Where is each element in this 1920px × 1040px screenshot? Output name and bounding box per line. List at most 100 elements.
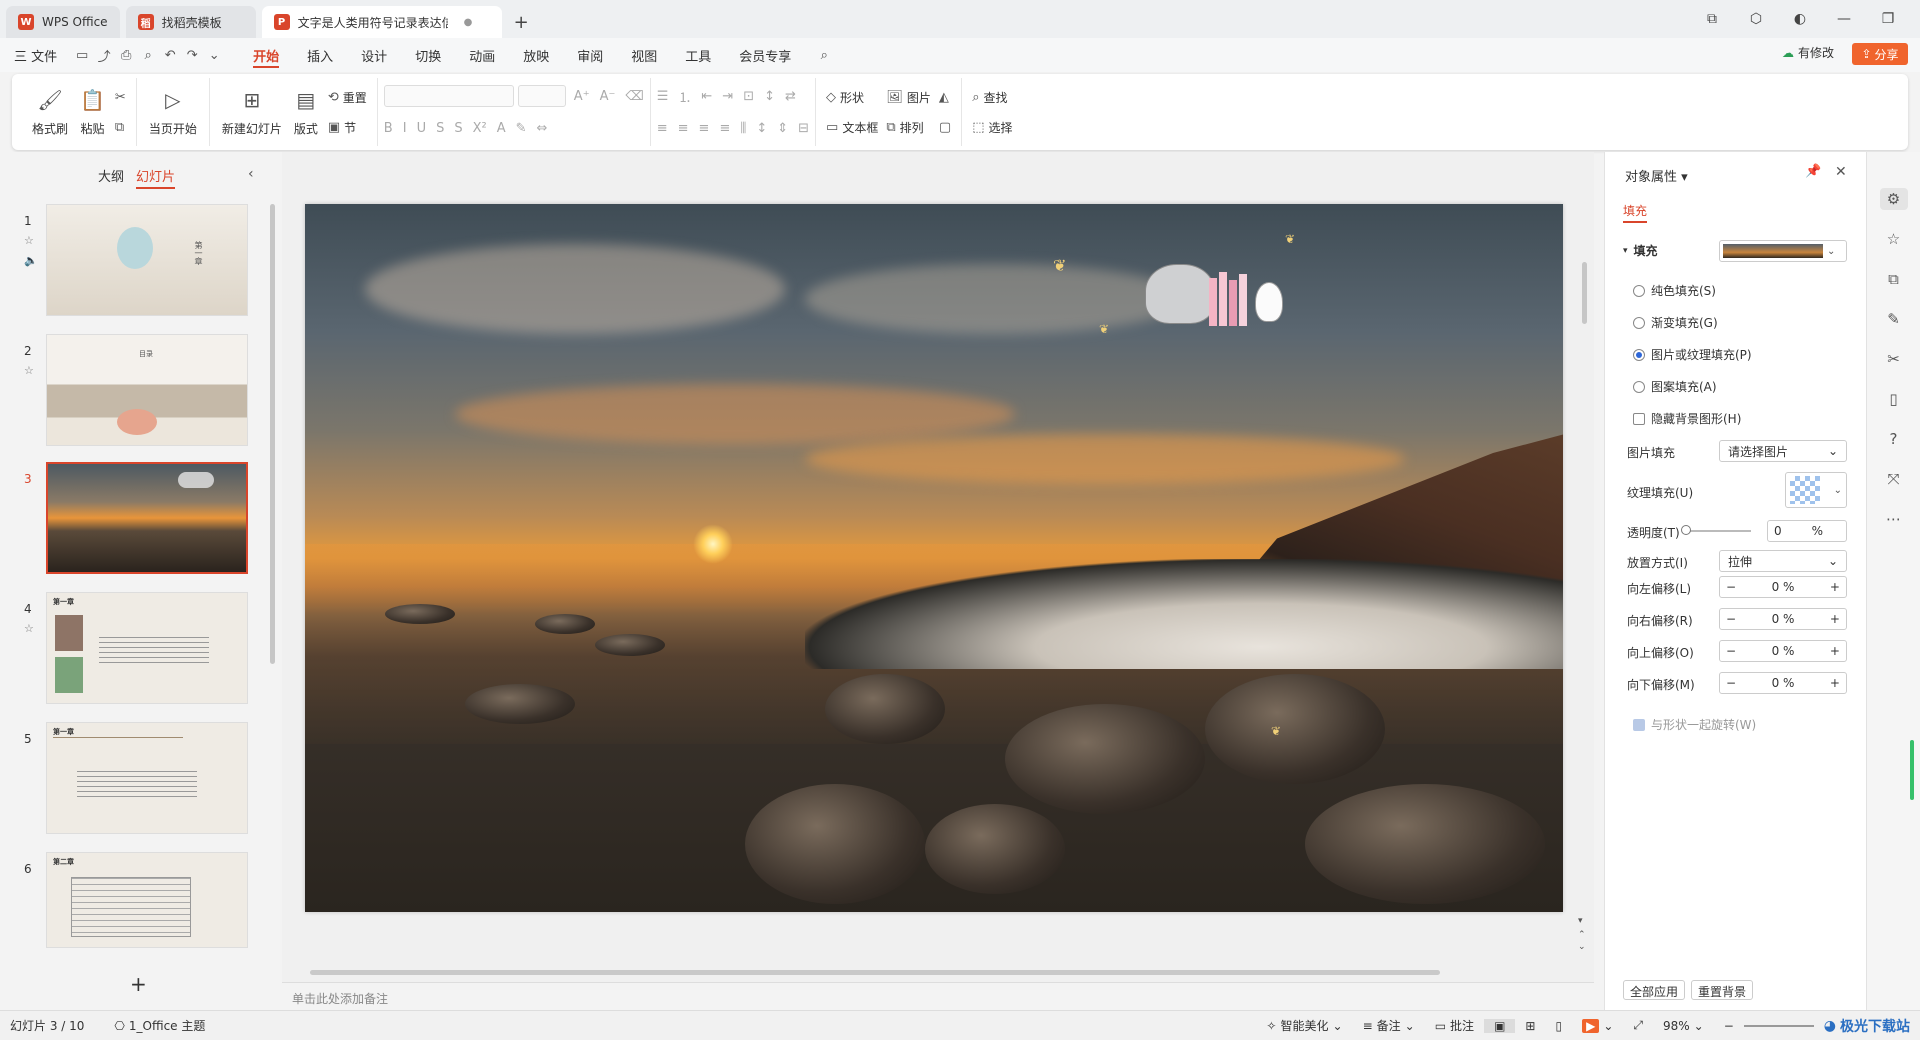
- file-menu[interactable]: 三 文件: [0, 38, 71, 72]
- hide-background-checkbox[interactable]: 隐藏背景图形(H): [1633, 410, 1741, 427]
- slide-thumbnail-5[interactable]: 5 第一章: [0, 722, 282, 840]
- redo-icon[interactable]: ↷: [181, 44, 203, 66]
- plus-icon[interactable]: +: [1830, 676, 1840, 690]
- new-tab-button[interactable]: +: [502, 6, 541, 38]
- menu-item-slideshow[interactable]: 放映: [509, 38, 563, 72]
- menu-item-view[interactable]: 视图: [617, 38, 671, 72]
- new-slide-button[interactable]: ⊞ 新建幻灯片: [216, 79, 288, 145]
- arrange-button[interactable]: ⧉ 排列: [886, 117, 931, 137]
- thumbnail-scrollbar[interactable]: [270, 204, 275, 664]
- radio-pattern-fill[interactable]: 图案填充(A): [1633, 378, 1717, 395]
- zoom-slider[interactable]: [1743, 1024, 1814, 1027]
- bullets-icon[interactable]: ☰: [657, 89, 669, 104]
- font-shrink-icon[interactable]: A⁻: [600, 89, 616, 104]
- reading-view-icon[interactable]: ▯: [1545, 1019, 1572, 1033]
- menu-item-insert[interactable]: 插入: [293, 38, 347, 72]
- theme-name[interactable]: ⎔ 1_Office 主题: [104, 1017, 215, 1034]
- highlight-icon[interactable]: ✎: [516, 121, 527, 136]
- shape-button[interactable]: ◇ 形状: [826, 87, 878, 107]
- offset-up-stepper[interactable]: −0 % +: [1719, 640, 1847, 662]
- menu-item-transition[interactable]: 切换: [401, 38, 455, 72]
- find-button[interactable]: ⌕ 查找: [972, 87, 1012, 107]
- cube-icon[interactable]: ⬡: [1734, 0, 1778, 38]
- indent-decrease-icon[interactable]: ⇤: [701, 89, 712, 104]
- export-icon[interactable]: ⤴: [93, 44, 115, 66]
- justify-icon[interactable]: ≡: [719, 121, 730, 136]
- radio-solid-fill[interactable]: 纯色填充(S): [1633, 282, 1716, 299]
- font-family-select[interactable]: [383, 85, 514, 107]
- italic-icon[interactable]: I: [403, 121, 407, 136]
- minus-icon[interactable]: −: [1726, 676, 1736, 690]
- edit-status[interactable]: ☁ 有修改: [1782, 44, 1834, 61]
- format-painter-button[interactable]: 🖌 格式刷: [26, 79, 74, 145]
- horizontal-scrollbar[interactable]: [310, 970, 1440, 975]
- minimize-icon[interactable]: —: [1822, 0, 1866, 38]
- maximize-icon[interactable]: ❐: [1866, 0, 1910, 38]
- columns-icon[interactable]: ⊟: [798, 121, 809, 136]
- apply-all-button[interactable]: 全部应用: [1623, 980, 1686, 1000]
- bold-icon[interactable]: B: [384, 121, 393, 136]
- cut-button[interactable]: ✂: [115, 87, 126, 107]
- fill-preview-dropdown[interactable]: ⌄: [1719, 240, 1847, 262]
- vertical-scrollbar[interactable]: [1582, 262, 1587, 324]
- offset-down-stepper[interactable]: −0 % +: [1719, 672, 1847, 694]
- menu-item-design[interactable]: 设计: [347, 38, 401, 72]
- slide-thumbnail-1[interactable]: 1 ☆ 🔈 第一章: [0, 204, 282, 322]
- zoom-level[interactable]: 98% ⌄: [1653, 1019, 1714, 1033]
- more-chevron-icon[interactable]: ⌄: [203, 44, 225, 66]
- clear-format-icon[interactable]: ⌫: [625, 89, 643, 104]
- print-preview-icon[interactable]: ⌕: [137, 44, 159, 66]
- section-button[interactable]: ▣ 节: [328, 117, 367, 137]
- close-icon[interactable]: ●: [464, 17, 473, 28]
- text-direction-icon[interactable]: ↕: [764, 89, 775, 104]
- select-button[interactable]: ⬚ 选择: [972, 117, 1012, 137]
- radio-picture-texture-fill[interactable]: 图片或纹理填充(P): [1633, 346, 1752, 363]
- fill-section-header[interactable]: ▾ 填充: [1623, 242, 1658, 259]
- slider-handle[interactable]: [1681, 525, 1691, 535]
- window-layout-icon[interactable]: ⧉: [1690, 0, 1734, 38]
- superscript-icon[interactable]: X²: [473, 121, 487, 136]
- radio-gradient-fill[interactable]: 渐变填充(G): [1633, 314, 1718, 331]
- star-icon[interactable]: ☆: [1880, 228, 1908, 250]
- slide-thumbnail-3[interactable]: 3: [0, 462, 282, 580]
- font-grow-icon[interactable]: A⁺: [574, 89, 590, 104]
- normal-view-icon[interactable]: ▣: [1484, 1018, 1516, 1033]
- outline-button[interactable]: ▢: [939, 117, 951, 137]
- texture-fill-dropdown[interactable]: ⌄: [1785, 472, 1847, 508]
- offset-right-stepper[interactable]: −0 % +: [1719, 608, 1847, 630]
- slide-thumbnail-6[interactable]: 6 第二章: [0, 852, 282, 970]
- reset-background-button[interactable]: 重置背景: [1691, 980, 1754, 1000]
- font-size-select[interactable]: [517, 85, 566, 107]
- offset-left-stepper[interactable]: −0 % +: [1719, 576, 1847, 598]
- tab-slides[interactable]: 幻灯片: [136, 166, 176, 189]
- reset-button[interactable]: ⟲ 重置: [328, 87, 367, 107]
- align-left-icon[interactable]: ≡: [657, 121, 668, 136]
- search-icon[interactable]: ⌕: [813, 44, 835, 66]
- close-window-icon[interactable]: ✕: [1910, 0, 1920, 38]
- transparency-input[interactable]: 0%: [1767, 520, 1847, 542]
- star-icon[interactable]: ☆: [24, 364, 34, 377]
- text-box-icon[interactable]: ⊡: [743, 89, 754, 104]
- print-icon[interactable]: ⎙: [115, 44, 137, 66]
- undo-icon[interactable]: ↶: [159, 44, 181, 66]
- close-icon[interactable]: ✕: [1835, 164, 1847, 180]
- star-icon[interactable]: ☆: [24, 622, 34, 635]
- minus-icon[interactable]: −: [1726, 612, 1736, 626]
- tab-document[interactable]: P 文字是人类用符号记录表达信息以 ●: [261, 6, 502, 38]
- smart-beautify-button[interactable]: ✧ 智能美化 ⌄: [1256, 1017, 1352, 1034]
- align-right-icon[interactable]: ≡: [699, 121, 710, 136]
- edit-icon[interactable]: ✎: [1880, 308, 1908, 330]
- tab-docer[interactable]: 稻 找稻壳模板: [125, 6, 256, 38]
- tab-wps-office[interactable]: W WPS Office: [6, 6, 120, 38]
- more-icon[interactable]: ⋯: [1880, 508, 1908, 530]
- fill-button[interactable]: ◭: [939, 87, 951, 107]
- save-icon[interactable]: ▭: [71, 44, 93, 66]
- tab-fill[interactable]: 填充: [1623, 202, 1648, 223]
- copy-icon[interactable]: ⧉: [1880, 268, 1908, 290]
- slide-thumbnail-4[interactable]: 4 ☆ 第一章: [0, 592, 282, 710]
- properties-icon[interactable]: ⚙: [1879, 188, 1908, 210]
- play-slideshow-button[interactable]: ▶ ⌄: [1572, 1018, 1623, 1033]
- transform-icon[interactable]: ⤧: [1880, 468, 1908, 490]
- tab-outline[interactable]: 大纲: [98, 166, 124, 189]
- line-spacing-icon[interactable]: ↕: [756, 121, 767, 136]
